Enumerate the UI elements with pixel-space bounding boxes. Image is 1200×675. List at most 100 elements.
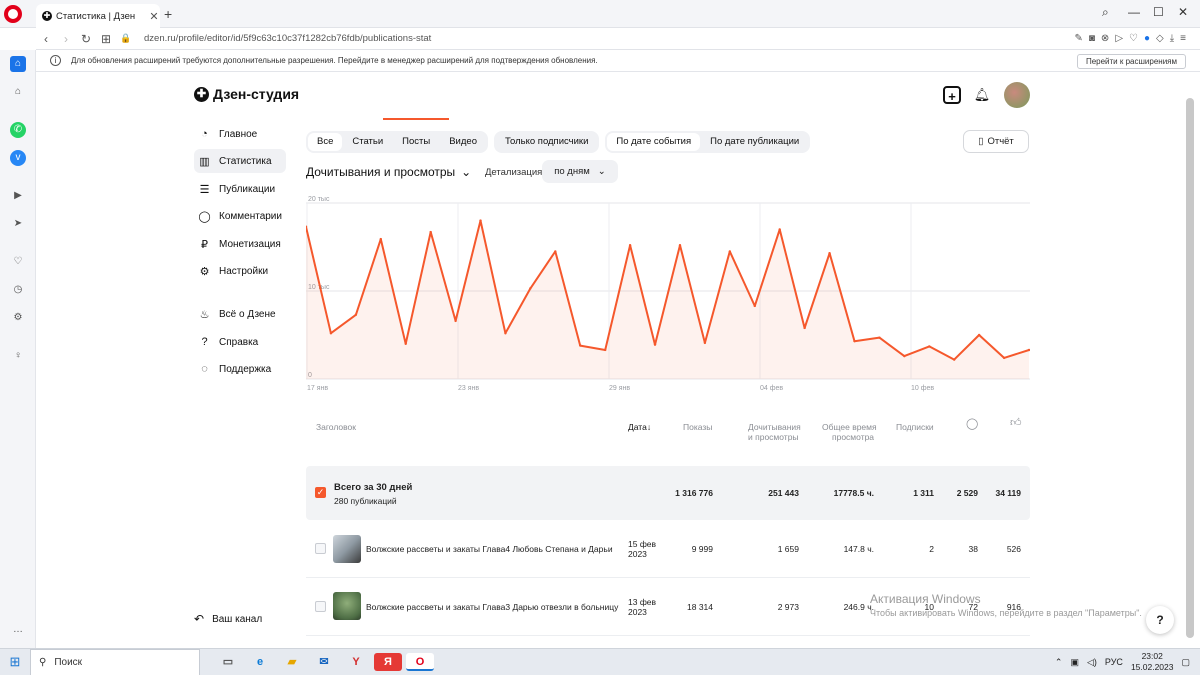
nav-item-settings[interactable]: ⚙ Настройки (194, 259, 268, 283)
scrollbar[interactable] (1186, 98, 1194, 638)
filter-video[interactable]: Видео (440, 133, 486, 151)
new-tab-icon[interactable]: + (164, 6, 172, 22)
filter-by-publish-date[interactable]: По дате публикации (701, 133, 808, 151)
maximize-icon[interactable]: ☐ (1153, 5, 1164, 19)
home-icon[interactable]: ⌂ (10, 56, 26, 72)
metric-dropdown[interactable]: Дочитывания и просмотры ⌄ (306, 165, 471, 179)
browser-tab[interactable]: ✚ Статистика | Дзен ✕ (36, 4, 160, 28)
notifications-icon[interactable]: ▢ (1181, 657, 1190, 668)
close-tab-icon[interactable]: ✕ (148, 10, 160, 23)
reload-icon[interactable]: ↻ (76, 32, 96, 46)
adblock-icon[interactable]: ⊗ (1101, 33, 1109, 44)
data-point[interactable] (678, 244, 682, 247)
tips-icon[interactable]: ♀ (10, 348, 26, 364)
nav-item-publications[interactable]: ☰ Публикации (194, 177, 276, 201)
volume-icon[interactable]: ◁) (1087, 657, 1097, 668)
show-hidden-icons-icon[interactable]: ⌃ (1055, 657, 1063, 668)
go-to-extensions-button[interactable]: Перейти к расширениям (1076, 54, 1186, 69)
cube-icon[interactable]: ◇ (1156, 33, 1164, 44)
comment-icon[interactable]: ◯ (966, 419, 978, 430)
nav-item-about-dzen[interactable]: ♨ Всё о Дзене (194, 302, 276, 326)
menu-icon[interactable]: ≡ (1180, 33, 1186, 44)
camera-icon[interactable]: ◙ (1089, 33, 1095, 44)
nav-item-statistics[interactable]: ▥ Статистика (194, 149, 286, 173)
history-icon[interactable]: ◷ (10, 282, 26, 298)
report-button[interactable]: ▯ Отчёт (963, 130, 1029, 153)
data-point[interactable] (928, 345, 931, 348)
data-point[interactable] (454, 319, 457, 323)
data-point[interactable] (803, 326, 806, 330)
publication-thumbnail[interactable] (333, 592, 361, 620)
data-point[interactable] (554, 250, 557, 253)
close-window-icon[interactable]: ✕ (1178, 5, 1188, 19)
data-point[interactable] (878, 336, 881, 339)
filter-by-event-date[interactable]: По дате события (607, 133, 701, 151)
your-channel-link[interactable]: ↶ Ваш канал (194, 612, 262, 626)
col-subscriptions[interactable]: Подписки (896, 422, 934, 432)
create-icon[interactable]: + (943, 86, 961, 104)
tiles-icon[interactable]: ⊞ (96, 32, 116, 46)
extension-icon[interactable]: ● (1144, 33, 1150, 44)
taskbar-search-input[interactable]: ⚲ Поиск (30, 648, 200, 675)
vk-icon[interactable]: v (10, 150, 26, 166)
data-point[interactable] (753, 304, 756, 308)
yandex-icon[interactable]: Y (342, 653, 370, 671)
url-input[interactable]: dzen.ru/profile/editor/id/5f9c63c10c37f1… (144, 33, 431, 44)
col-time-2[interactable]: просмотра (832, 432, 874, 442)
explorer-folder-icon[interactable]: ▰ (278, 653, 306, 671)
thumbs-up-icon[interactable]: 👍︎ (1010, 418, 1022, 429)
mail-icon[interactable]: ✉ (310, 653, 338, 671)
data-point[interactable] (853, 339, 856, 343)
filter-posts[interactable]: Посты (393, 133, 439, 151)
speed-dial-icon[interactable]: ⌂ (10, 84, 26, 100)
settings-icon[interactable]: ⚙ (10, 310, 26, 326)
yandex-browser-icon[interactable]: Я (374, 653, 402, 671)
row-checkbox[interactable] (315, 601, 326, 612)
minimize-icon[interactable]: — (1128, 5, 1140, 19)
publication-title[interactable]: Волжские рассветы и закаты Глава3 Дарью … (366, 602, 618, 612)
col-title[interactable]: Заголовок (316, 422, 356, 432)
player-icon[interactable]: ▶ (10, 188, 26, 204)
publication-title[interactable]: Волжские рассветы и закаты Глава4 Любовь… (366, 544, 613, 554)
filter-articles[interactable]: Статьи (343, 133, 392, 151)
data-point[interactable] (953, 358, 956, 361)
opera-menu-icon[interactable] (4, 5, 22, 23)
windows-start-icon[interactable]: ⊞ (0, 654, 30, 670)
data-point[interactable] (703, 341, 707, 345)
forward-icon[interactable]: › (56, 32, 76, 46)
send-icon[interactable]: ➤ (10, 216, 26, 232)
more-icon[interactable]: … (10, 622, 26, 638)
col-reads-1[interactable]: Дочитывания (748, 422, 801, 432)
data-point[interactable] (379, 237, 382, 241)
select-all-checkbox[interactable]: ✓ (315, 487, 326, 498)
nav-item-support[interactable]: ◌ Поддержка (194, 357, 271, 381)
data-point[interactable] (628, 244, 632, 247)
col-date[interactable]: Дата↓ (628, 422, 651, 432)
publication-thumbnail[interactable] (333, 535, 361, 563)
clock[interactable]: 23:02 15.02.2023 (1131, 651, 1174, 673)
language-indicator[interactable]: РУС (1105, 657, 1123, 667)
data-point[interactable] (404, 342, 407, 345)
col-shows[interactable]: Показы (683, 422, 712, 432)
back-icon[interactable]: ‹ (36, 32, 56, 46)
col-time-1[interactable]: Общее время (822, 422, 877, 432)
search-tabs-icon[interactable]: ⌕ (1102, 5, 1109, 20)
row-checkbox[interactable] (315, 543, 326, 554)
nav-item-monetization[interactable]: ₽ Монетизация (194, 232, 281, 256)
data-point[interactable] (429, 230, 432, 234)
data-point[interactable] (504, 332, 507, 335)
edge-icon[interactable]: e (246, 653, 274, 671)
download-icon[interactable]: ⤓ (1170, 33, 1174, 44)
network-icon[interactable]: ▣ (1070, 657, 1079, 668)
dzen-studio-logo[interactable]: ✚ Дзен-студия (194, 86, 299, 102)
nav-item-help[interactable]: ? Справка (194, 330, 258, 354)
filter-subscribers-only[interactable]: Только подписчики (496, 133, 597, 151)
opera-taskbar-icon[interactable]: O (406, 653, 434, 671)
data-point[interactable] (579, 344, 582, 347)
data-point[interactable] (728, 250, 732, 253)
vpn-icon[interactable]: ▷ (1115, 33, 1123, 44)
edit-icon[interactable]: ✎ (1074, 33, 1082, 44)
table-row[interactable]: Волжские рассветы и закаты Глава4 Любовь… (306, 520, 1030, 578)
detail-dropdown[interactable]: по дням ⌄ (542, 160, 618, 183)
notifications-bell-icon[interactable]: 🔔︎ (973, 86, 991, 104)
